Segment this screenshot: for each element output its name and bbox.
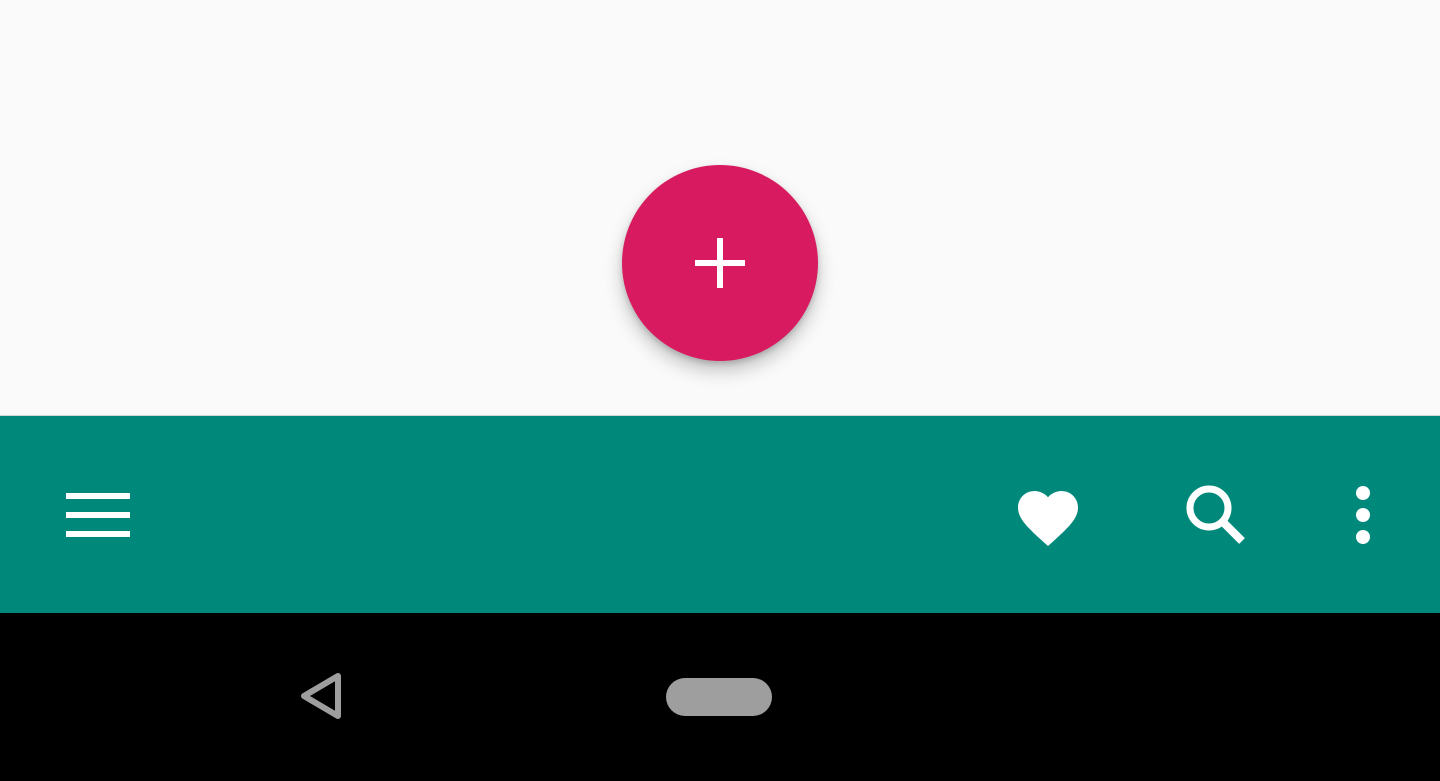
more-vert-icon	[1355, 485, 1371, 547]
add-icon	[695, 238, 745, 288]
search-button[interactable]	[1168, 468, 1264, 564]
menu-button[interactable]	[50, 468, 146, 564]
back-triangle-icon	[298, 672, 342, 725]
home-pill-icon[interactable]	[666, 678, 772, 716]
screen	[0, 0, 1440, 781]
favorite-button[interactable]	[1000, 468, 1096, 564]
more-options-button[interactable]	[1315, 468, 1411, 564]
menu-icon	[66, 492, 130, 540]
search-icon	[1184, 483, 1248, 550]
back-button[interactable]	[290, 668, 350, 728]
heart-icon	[1012, 482, 1084, 551]
add-fab-button[interactable]	[622, 165, 818, 361]
